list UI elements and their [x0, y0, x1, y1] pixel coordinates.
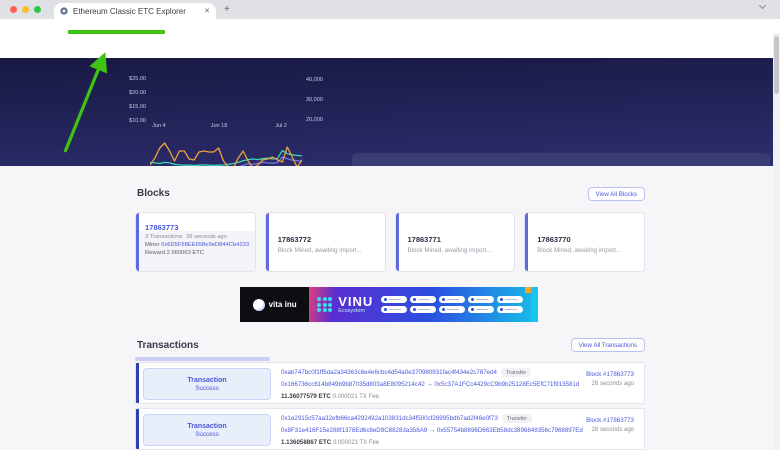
- ad-brand-name: vita inu: [269, 300, 297, 309]
- axis-tick: 30,000: [306, 97, 336, 103]
- ad-banner[interactable]: vita inu VINU Ecosystem: [240, 287, 538, 322]
- row-accent-bar: [136, 409, 139, 449]
- vinu-dots-logo: [317, 297, 332, 312]
- tx-transfer-tag: Transfer: [502, 414, 532, 423]
- tx-addresses[interactable]: 0x166736cc614b849b9b87035d803a8E8095214c…: [281, 381, 579, 388]
- block-number: 17863772: [278, 235, 385, 244]
- miner-address-link[interactable]: 0x6D5F58EE658e9eD844Cb42337...: [161, 242, 249, 248]
- ad-pill[interactable]: [410, 306, 436, 313]
- tab-title: Ethereum Classic ETC Explorer: [73, 7, 199, 16]
- tx-hash-link[interactable]: 0x1e2915c57aa32efb66ca4292492a103831dc34…: [281, 415, 498, 422]
- vita-inu-logo-icon: [253, 299, 265, 311]
- block-card-details: 3 Transactions 28 seconds ago Miner 0x6D…: [139, 231, 255, 271]
- block-status: Block Mined, awaiting import...: [278, 247, 385, 254]
- axis-tick: $15.00: [116, 104, 146, 110]
- scrollbar-thumb[interactable]: [774, 36, 779, 94]
- axis-tick: 20,000: [306, 117, 336, 123]
- axis-tick: Jun 4: [144, 123, 174, 129]
- tab-close-icon[interactable]: ✕: [204, 8, 210, 15]
- ad-ecosystem-pills: [381, 296, 523, 313]
- blocks-heading: Blocks: [137, 188, 170, 199]
- browser-tab[interactable]: Ethereum Classic ETC Explorer ✕: [54, 3, 216, 19]
- traffic-light-close[interactable]: [10, 6, 17, 13]
- ad-title: VINU Ecosystem: [338, 295, 373, 314]
- block-card-featured[interactable]: 17863773 3 Transactions 28 seconds ago M…: [135, 212, 256, 272]
- tx-status: Success: [195, 431, 218, 438]
- new-tab-icon[interactable]: +: [224, 5, 230, 15]
- tx-block-link[interactable]: Block #17863773: [586, 371, 634, 378]
- traffic-light-zoom[interactable]: [34, 6, 41, 13]
- ad-edge-stripe: [531, 287, 538, 322]
- block-number: 17863771: [408, 235, 515, 244]
- ad-main-panel: VINU Ecosystem: [309, 287, 531, 322]
- transactions-loading-bar: [135, 357, 270, 361]
- axis-tick: $10.00: [116, 118, 146, 124]
- ad-brand-panel: vita inu: [240, 287, 309, 322]
- transactions-heading: Transactions: [137, 340, 199, 351]
- ad-pill[interactable]: [439, 296, 465, 303]
- ad-pill[interactable]: [468, 296, 494, 303]
- ad-pill[interactable]: [497, 306, 523, 313]
- block-status: Block Mined, awaiting import...: [537, 247, 644, 254]
- axis-tick: $20.00: [116, 90, 146, 96]
- transaction-status-badge: Transaction Success: [143, 368, 271, 400]
- ad-choices-icon[interactable]: [525, 287, 531, 293]
- hero-banner: $25.00 $20.00 $15.00 $10.00 40,000 30,000 20,0…: [0, 58, 780, 166]
- ad-pill[interactable]: [410, 296, 436, 303]
- block-status: Block Mined, awaiting import...: [408, 247, 515, 254]
- axis-tick: Jun 18: [204, 123, 234, 129]
- page-scrollbar[interactable]: [773, 33, 780, 450]
- ad-pill[interactable]: [497, 296, 523, 303]
- ad-pill[interactable]: [468, 306, 494, 313]
- block-card-pending[interactable]: 17863770 Block Mined, awaiting import...: [524, 212, 645, 272]
- view-all-transactions-button[interactable]: View All Transactions: [571, 338, 645, 352]
- ad-pill[interactable]: [381, 306, 407, 313]
- transaction-status-badge: Transaction Success: [143, 414, 271, 446]
- tx-value: 1.136058867 ETC 0.000021 TX Fee: [281, 439, 379, 446]
- block-number: 17863770: [537, 235, 644, 244]
- row-accent-bar: [136, 363, 139, 403]
- traffic-light-minimize[interactable]: [22, 6, 29, 13]
- axis-tick: 40,000: [306, 77, 336, 83]
- favicon-blockscout: [60, 7, 68, 15]
- page-content: Blocks View All Blocks 17863773 3 Transa…: [0, 166, 780, 450]
- window-chevron-icon[interactable]: [760, 5, 765, 8]
- block-card-pending[interactable]: 17863771 Block Mined, awaiting import...: [395, 212, 516, 272]
- tx-status: Success: [195, 385, 218, 392]
- tx-block-link[interactable]: Block #17863773: [586, 417, 634, 424]
- latest-blocks-row: 17863773 3 Transactions 28 seconds ago M…: [135, 212, 645, 272]
- tx-transfer-tag: Transfer: [501, 368, 531, 377]
- screenshot-root: Ethereum Classic ETC Explorer ✕ + ← → ⟳ …: [0, 0, 780, 450]
- site-header: ethereumclassic ▣Blocks ⇄Transactions ◉T…: [0, 33, 780, 58]
- tx-addresses[interactable]: 0x8F31e416F15e288f1378Ed6c8eD9C88283a358…: [281, 427, 583, 434]
- view-all-blocks-button[interactable]: View All Blocks: [588, 187, 646, 201]
- axis-tick: $25.00: [116, 76, 146, 82]
- block-card-pending[interactable]: 17863772 Block Mined, awaiting import...: [265, 212, 386, 272]
- browser-tabstrip: Ethereum Classic ETC Explorer ✕ +: [0, 0, 780, 19]
- tx-hash-link[interactable]: 0xab747bc0f1ff5da2a34363c6e4e6cbc4d54a0e…: [281, 369, 497, 376]
- tx-value: 11.36077579 ETC 0.000021 TX Fee: [281, 393, 379, 400]
- transaction-row[interactable]: Transaction Success 0x1e2915c57aa32efb66…: [135, 408, 645, 450]
- transaction-row[interactable]: Transaction Success 0xab747bc0f1ff5da2a3…: [135, 362, 645, 404]
- tx-type: Transaction: [187, 377, 226, 384]
- tx-type: Transaction: [187, 423, 226, 430]
- ad-pill[interactable]: [381, 296, 407, 303]
- tx-age: 28 seconds ago: [586, 427, 634, 433]
- annotation-url-underline: [68, 30, 165, 34]
- ad-pill[interactable]: [439, 306, 465, 313]
- axis-tick: Jul 2: [266, 123, 296, 129]
- tx-age: 28 seconds ago: [586, 381, 634, 387]
